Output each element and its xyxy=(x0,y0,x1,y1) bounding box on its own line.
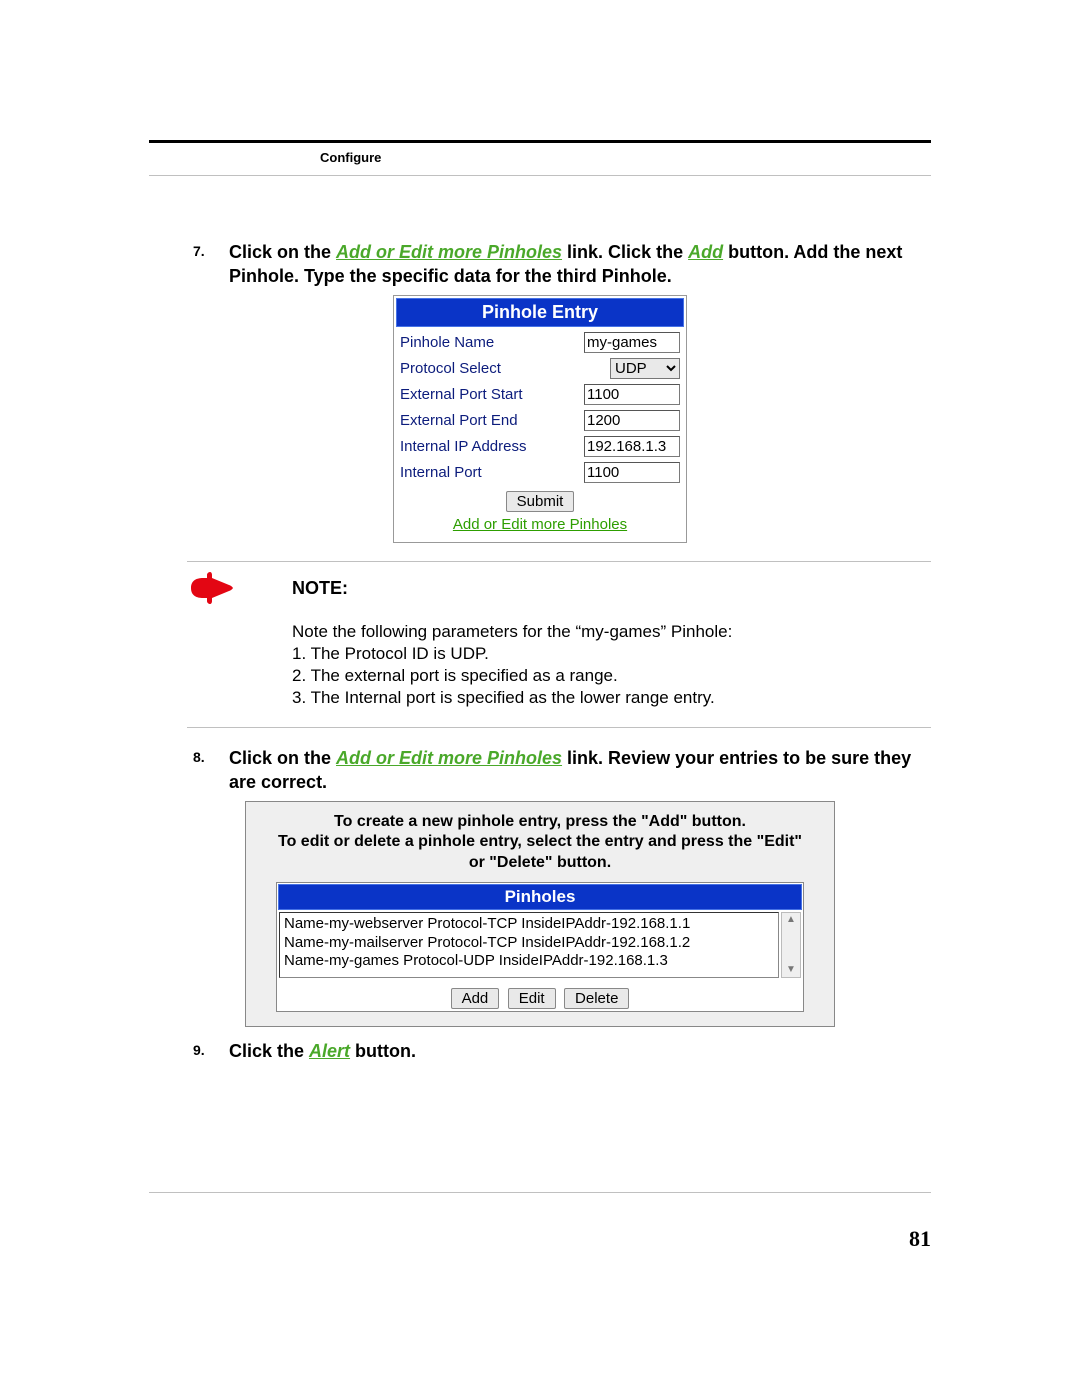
note-item-3: 3. The Internal port is specified as the… xyxy=(292,687,931,709)
pointing-hand-icon xyxy=(187,572,233,604)
label-pinhole-name: Pinhole Name xyxy=(400,334,494,351)
step-7-number: 7. xyxy=(193,242,205,261)
list-item[interactable]: Name-my-games Protocol-UDP InsideIPAddr-… xyxy=(284,952,774,971)
label-internal-port: Internal Port xyxy=(400,464,482,481)
pinholes-inner: Pinholes Name-my-webserver Protocol-TCP … xyxy=(276,882,804,1012)
step-9: 9. Click the Alert button. xyxy=(149,1039,931,1063)
pinholes-instr-line1: To create a new pinhole entry, press the… xyxy=(334,813,746,830)
header-rule-black xyxy=(149,140,931,143)
note-block: NOTE: Note the following parameters for … xyxy=(187,578,931,709)
pinholes-instr-line2: To edit or delete a pinhole entry, selec… xyxy=(278,833,802,871)
select-protocol[interactable]: UDP xyxy=(610,358,680,379)
note-intro: Note the following parameters for the “m… xyxy=(292,621,931,643)
step-7-text-pre: Click on the xyxy=(229,242,336,262)
step-7: 7. Click on the Add or Edit more Pinhole… xyxy=(149,240,931,289)
pinholes-title: Pinholes xyxy=(278,884,802,910)
input-ext-port-end[interactable] xyxy=(584,410,680,431)
step-7-link-2[interactable]: Add xyxy=(688,242,723,262)
step-9-text-post: button. xyxy=(350,1041,416,1061)
pinholes-panel: To create a new pinhole entry, press the… xyxy=(245,801,835,1027)
pinholes-instructions: To create a new pinhole entry, press the… xyxy=(276,812,804,874)
list-item[interactable]: Name-my-mailserver Protocol-TCP InsideIP… xyxy=(284,934,774,953)
note-item-1: 1. The Protocol ID is UDP. xyxy=(292,643,931,665)
note-heading: NOTE: xyxy=(292,578,931,599)
label-internal-ip: Internal IP Address xyxy=(400,438,526,455)
edit-button[interactable]: Edit xyxy=(508,988,556,1009)
step-7-link-1[interactable]: Add or Edit more Pinholes xyxy=(336,242,562,262)
step-9-text-pre: Click the xyxy=(229,1041,309,1061)
step-7-text-mid: link. Click the xyxy=(562,242,688,262)
page-number: 81 xyxy=(909,1226,931,1252)
header-section-label: Configure xyxy=(320,150,381,165)
delete-button[interactable]: Delete xyxy=(564,988,629,1009)
label-protocol-select: Protocol Select xyxy=(400,360,501,377)
step-8-text-pre: Click on the xyxy=(229,748,336,768)
step-9-link-1[interactable]: Alert xyxy=(309,1041,350,1061)
label-ext-port-end: External Port End xyxy=(400,412,518,429)
add-button[interactable]: Add xyxy=(451,988,500,1009)
input-ext-port-start[interactable] xyxy=(584,384,680,405)
header-rule-gray xyxy=(149,175,931,176)
add-edit-pinholes-link[interactable]: Add or Edit more Pinholes xyxy=(453,516,627,533)
input-internal-port[interactable] xyxy=(584,462,680,483)
step-9-number: 9. xyxy=(193,1041,205,1060)
note-body: Note the following parameters for the “m… xyxy=(292,621,931,709)
submit-button[interactable]: Submit xyxy=(506,491,575,512)
list-item[interactable]: Name-my-webserver Protocol-TCP InsideIPA… xyxy=(284,915,774,934)
input-internal-ip[interactable] xyxy=(584,436,680,457)
scroll-down-icon[interactable]: ▼ xyxy=(782,963,800,977)
label-ext-port-start: External Port Start xyxy=(400,386,523,403)
note-item-2: 2. The external port is specified as a r… xyxy=(292,665,931,687)
step-8: 8. Click on the Add or Edit more Pinhole… xyxy=(149,746,931,795)
scrollbar[interactable]: ▲ ▼ xyxy=(781,912,801,978)
pinhole-entry-panel: Pinhole Entry Pinhole Name Protocol Sele… xyxy=(393,295,687,543)
step-8-number: 8. xyxy=(193,748,205,767)
pinhole-entry-title: Pinhole Entry xyxy=(396,298,684,327)
note-divider-bottom xyxy=(187,727,931,728)
input-pinhole-name[interactable] xyxy=(584,332,680,353)
pinholes-listbox[interactable]: Name-my-webserver Protocol-TCP InsideIPA… xyxy=(279,912,779,978)
footer-rule xyxy=(149,1192,931,1193)
note-divider-top xyxy=(187,561,931,562)
step-8-link-1[interactable]: Add or Edit more Pinholes xyxy=(336,748,562,768)
scroll-up-icon[interactable]: ▲ xyxy=(782,913,800,927)
